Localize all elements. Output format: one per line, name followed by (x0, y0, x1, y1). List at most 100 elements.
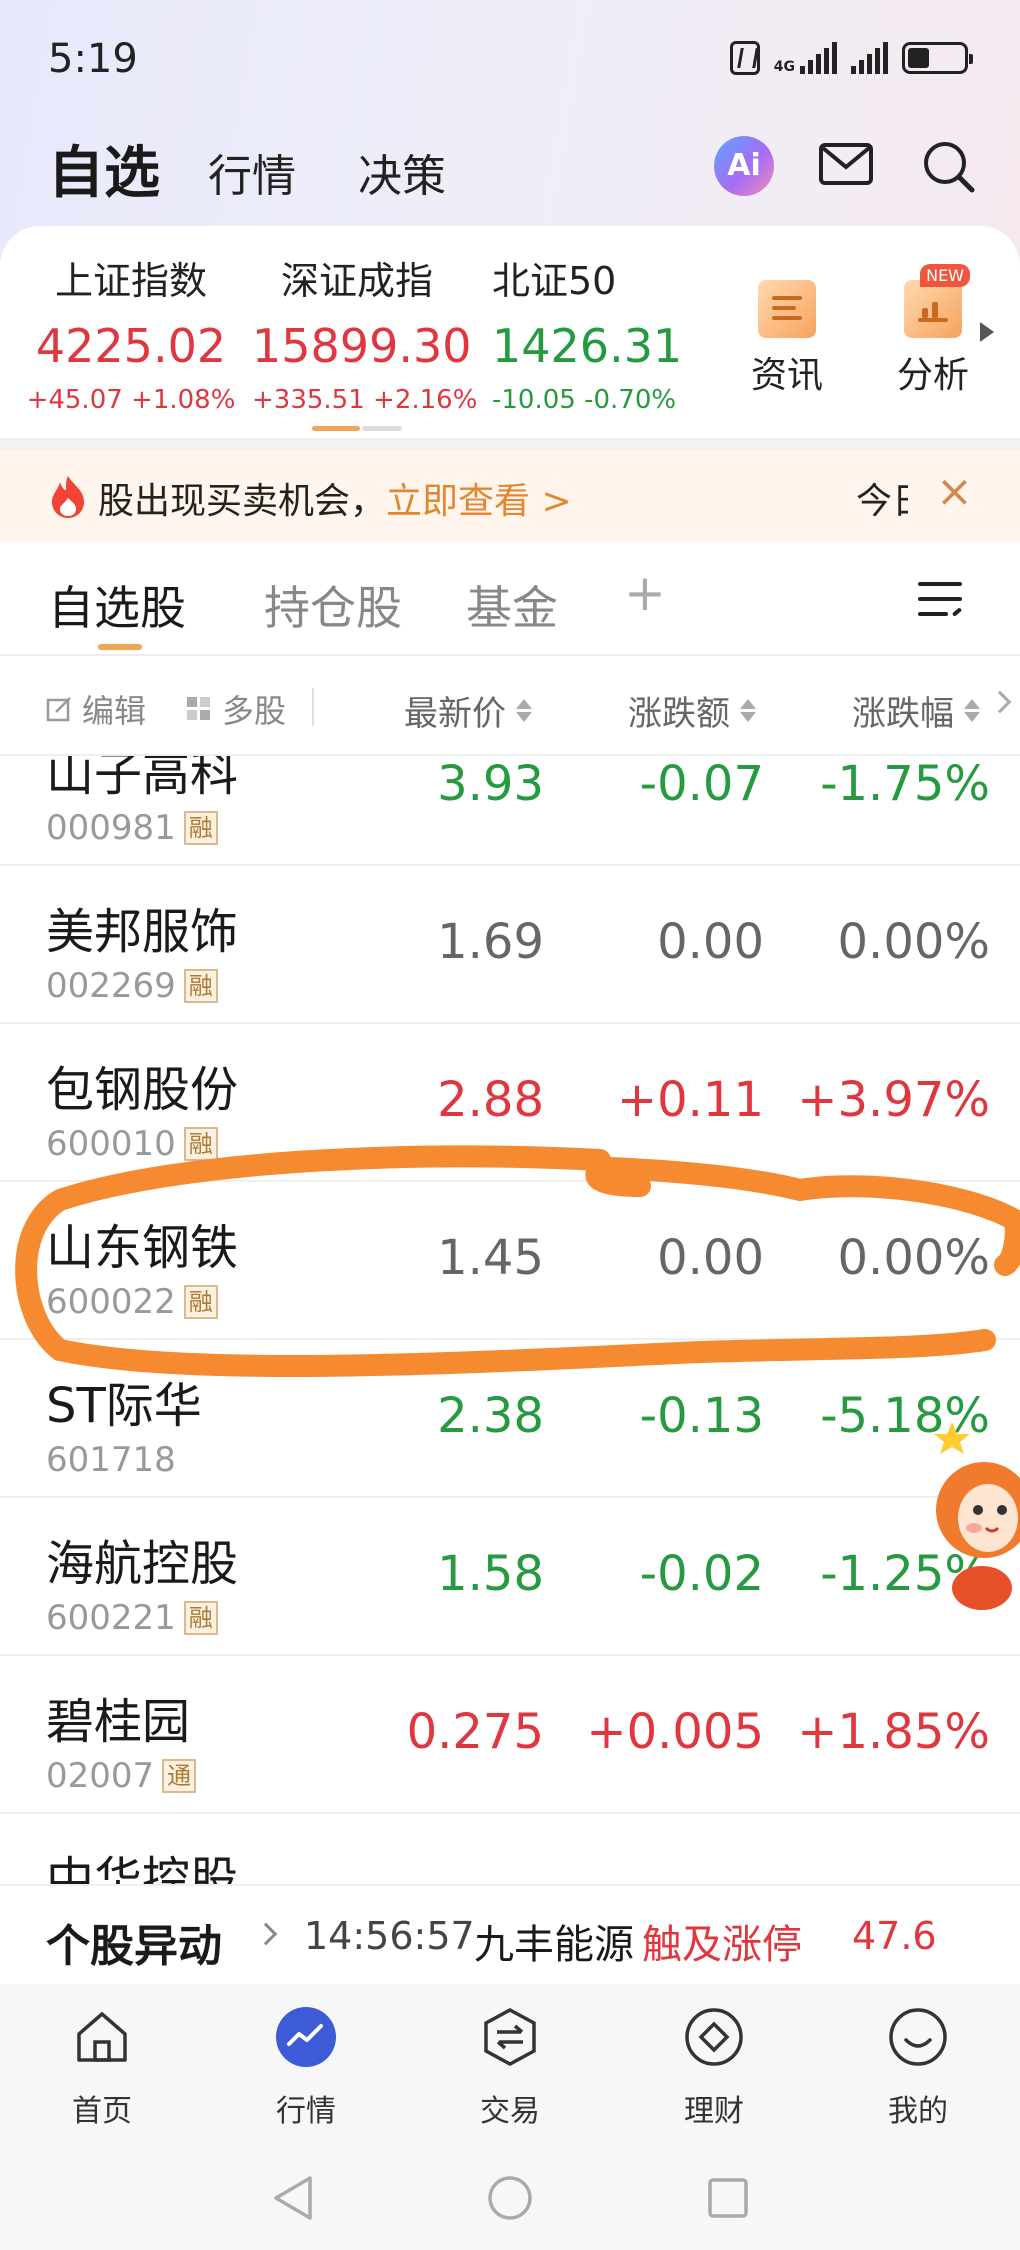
stock-price: 2.88 (437, 1072, 544, 1128)
tab-decision[interactable]: 决策 (358, 140, 446, 204)
quick-link-label: 资讯 (750, 355, 823, 396)
banner-text: 股出现买卖机会，立即查看 > (98, 481, 572, 522)
ticker-value: 47.6 (852, 1914, 937, 1958)
stock-code: 600221 融 (46, 1598, 218, 1638)
wealth-icon (685, 2008, 743, 2066)
mascot-character[interactable] (926, 1410, 1020, 1620)
nav-profile[interactable]: 我的 (858, 2006, 978, 2130)
stock-price: 1.45 (437, 1230, 544, 1286)
chevron-right-icon[interactable] (988, 690, 1012, 714)
stock-price: 1.58 (437, 1546, 544, 1602)
back-icon[interactable] (270, 2174, 316, 2222)
index-value: 15899.30 (252, 319, 472, 373)
stock-change: -0.02 (639, 1546, 764, 1602)
sort-price-button[interactable]: 最新价 (404, 686, 532, 735)
stock-name: 美邦服饰 (46, 904, 239, 960)
stock-name: 海航控股 (46, 1536, 239, 1592)
market-icon (276, 2007, 336, 2067)
sort-pct-button[interactable]: 涨跌幅 (852, 686, 980, 735)
stock-change-pct: 0.00% (837, 1230, 990, 1286)
home-icon (77, 2012, 127, 2062)
quick-link-news[interactable]: 资讯 (732, 280, 842, 398)
news-icon (758, 280, 816, 338)
banner-link[interactable]: 立即查看 > (386, 481, 572, 522)
analysis-icon: NEW (904, 264, 970, 338)
stock-row[interactable]: ST际华 601718 2.38 -0.13 -5.18% (0, 1340, 1020, 1498)
stock-change: 0.00 (657, 1230, 764, 1286)
stock-row[interactable]: 碧桂园 02007 通 0.275 +0.005 +1.85% (0, 1656, 1020, 1814)
edit-icon (46, 697, 71, 722)
stock-list[interactable]: 山子高科 000981 融 3.93 -0.07 -1.75% 美邦服饰 002269 融 1.6… (0, 756, 1020, 1884)
stock-code: 02007 通 (46, 1756, 197, 1796)
stock-name: 中华控股 (46, 1852, 239, 1884)
stock-row[interactable]: 海航控股 600221 融 1.58 -0.02 -1.25% (0, 1498, 1020, 1656)
grid-icon (187, 697, 210, 720)
add-group-button[interactable]: + (624, 564, 666, 622)
recent-apps-icon[interactable] (706, 2176, 750, 2220)
watchlist-subtabs: 自选股 持仓股 基金 + (0, 542, 1020, 654)
index-shanghai[interactable]: 上证指数 4225.02 +45.07 +1.08% (26, 250, 236, 415)
tab-market[interactable]: 行情 (208, 140, 296, 204)
stock-row[interactable]: 包钢股份 600010 融 2.88 +0.11 +3.97% (0, 1024, 1020, 1182)
stock-change: +0.11 (616, 1072, 764, 1128)
nav-label: 交易 (480, 2094, 540, 2129)
status-time: 5:19 (48, 36, 138, 82)
column-header: 编辑 多股 最新价 涨跌额 涨跌幅 (0, 656, 1020, 756)
new-badge: NEW (920, 264, 970, 287)
battery-icon (902, 42, 973, 74)
margin-tag: 融 (183, 969, 218, 1003)
stock-row[interactable]: 中华控股 (0, 1814, 1020, 1884)
stock-change: 0.00 (657, 914, 764, 970)
nav-trade[interactable]: 交易 (450, 2006, 570, 2130)
index-beizheng50[interactable]: 北证50 1426.31 -10.05 -0.70% (476, 250, 686, 415)
stock-code: 000981 融 (46, 808, 218, 848)
multi-label: 多股 (222, 692, 287, 730)
index-shenzhen[interactable]: 深证成指 15899.30 +335.51 +2.16% (252, 250, 477, 415)
list-menu-icon[interactable] (918, 582, 963, 618)
tab-holdings[interactable]: 持仓股 (264, 572, 402, 638)
quick-link-analysis[interactable]: NEW 分析 (878, 264, 988, 398)
stock-code: 600010 融 (46, 1124, 218, 1164)
stock-movement-ticker[interactable]: 个股异动 14:56:57 九丰能源 触及涨停 47.6 (0, 1884, 1020, 1984)
status-icons: 4G (729, 38, 973, 78)
tab-watchlist[interactable]: 自选 (48, 128, 160, 209)
stock-code: 601718 (46, 1440, 176, 1480)
close-icon[interactable]: × (936, 466, 973, 517)
bottom-navigation: 首页 行情 交易 理财 我的 (0, 1984, 1020, 2144)
index-name: 深证成指 (280, 259, 433, 303)
nav-market[interactable]: 行情 (246, 2006, 366, 2130)
active-tab-indicator (98, 644, 142, 650)
margin-tag: 融 (183, 811, 218, 845)
nfc-icon (729, 41, 760, 75)
edit-button[interactable]: 编辑 (46, 686, 146, 732)
stock-change-pct: -1.75% (820, 756, 990, 812)
nav-label: 我的 (888, 2094, 948, 2129)
ticker-stock: 九丰能源 (474, 1922, 634, 1968)
index-name: 北证50 (492, 259, 617, 303)
margin-tag: 融 (183, 1285, 218, 1319)
ticker-title: 个股异动 (46, 1921, 222, 1972)
ticker-event: 触及涨停 (642, 1922, 802, 1968)
mail-icon[interactable] (818, 142, 874, 186)
promo-banner[interactable]: 股出现买卖机会，立即查看 > 今日 × (0, 450, 1020, 542)
network-type-label: 4G (773, 59, 795, 75)
stock-row[interactable]: 美邦服饰 002269 融 1.69 0.00 0.00% (0, 866, 1020, 1024)
nav-wealth[interactable]: 理财 (654, 2006, 774, 2130)
multi-stock-button[interactable]: 多股 (186, 686, 286, 732)
market-index-card: 上证指数 4225.02 +45.07 +1.08% 深证成指 15899.30… (0, 226, 1020, 438)
divider (312, 688, 314, 726)
stock-code: 002269 融 (46, 966, 218, 1006)
home-circle-icon[interactable] (486, 2174, 534, 2222)
scroll-right-icon[interactable] (980, 322, 994, 342)
nav-home[interactable]: 首页 (42, 2006, 162, 2130)
index-name: 上证指数 (54, 259, 207, 303)
search-icon[interactable] (920, 138, 976, 194)
stock-row[interactable]: 山东钢铁 600022 融 1.45 0.00 0.00% (0, 1182, 1020, 1340)
index-value: 4225.02 (35, 319, 227, 373)
tab-watchlist-stocks[interactable]: 自选股 (48, 572, 186, 638)
app-header: 自选 行情 决策 Ai (0, 120, 1020, 230)
sort-change-button[interactable]: 涨跌额 (628, 686, 756, 735)
ai-assistant-icon[interactable]: Ai (714, 136, 774, 196)
tab-funds[interactable]: 基金 (466, 572, 558, 638)
stock-row[interactable]: 山子高科 000981 融 3.93 -0.07 -1.75% (0, 756, 1020, 866)
